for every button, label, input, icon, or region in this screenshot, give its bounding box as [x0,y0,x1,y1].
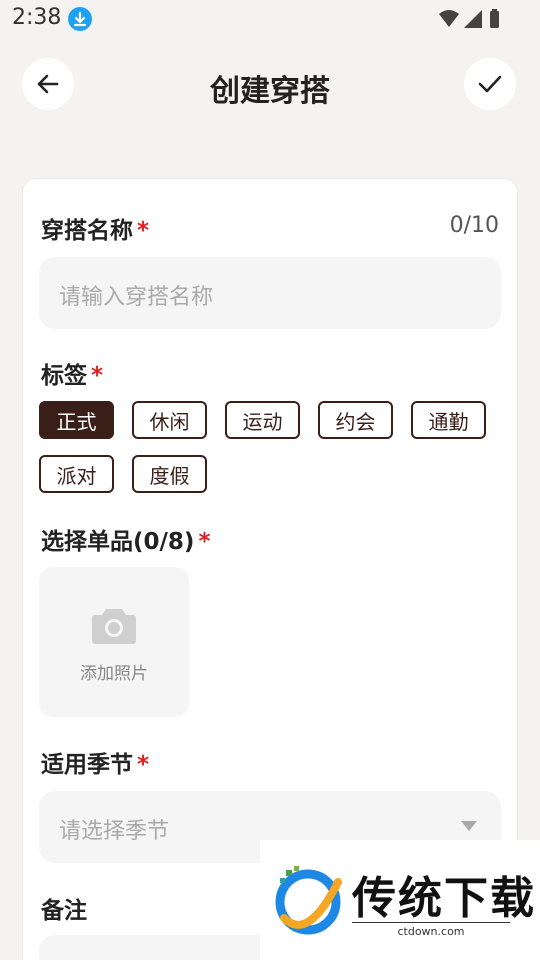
tag-vacation[interactable]: 度假 [132,455,207,493]
tag-sport[interactable]: 运动 [225,401,300,439]
watermark: 传统下载 ctdown.com [260,840,540,960]
status-icons [438,8,500,34]
tag-casual[interactable]: 休闲 [132,401,207,439]
watermark-logo [275,866,342,935]
watermark-title: 传统下载 [352,873,536,924]
add-photo-label: 添加照片 [80,664,148,684]
name-input-placeholder: 请输入穿搭名称 [59,285,214,310]
tags-label: 标签 * [41,363,104,389]
watermark-url: ctdown.com [352,922,510,938]
wifi-icon [439,10,459,27]
download-icon [68,7,92,31]
season-select-placeholder: 请选择季节 [59,819,170,844]
tag-commute[interactable]: 通勤 [411,401,486,439]
required-mark: * [91,363,104,389]
dropdown-arrow-icon [461,821,477,831]
status-bar: 2:38 [0,0,540,38]
signal-icon [464,10,482,28]
app-header: 创建穿搭 [0,58,540,110]
status-time: 2:38 [12,5,62,30]
items-label: 选择单品(0/8) * [41,529,211,555]
required-mark: * [137,752,150,778]
tag-date[interactable]: 约会 [318,401,393,439]
name-label: 穿搭名称 * [41,218,150,244]
season-label: 适用季节 * [41,752,150,778]
name-input[interactable]: 请输入穿搭名称 [39,257,501,329]
confirm-button[interactable] [464,58,516,110]
required-mark: * [137,218,150,244]
notes-label: 备注 [41,898,87,924]
tag-formal[interactable]: 正式 [39,401,114,439]
battery-icon [490,11,499,28]
name-char-counter: 0/10 [449,213,499,238]
page-title: 创建穿搭 [210,74,330,109]
check-icon [478,75,502,93]
add-photo-button[interactable]: 添加照片 [39,567,189,717]
tag-party[interactable]: 派对 [39,455,114,493]
required-mark: * [198,529,211,555]
camera-icon [92,609,136,644]
